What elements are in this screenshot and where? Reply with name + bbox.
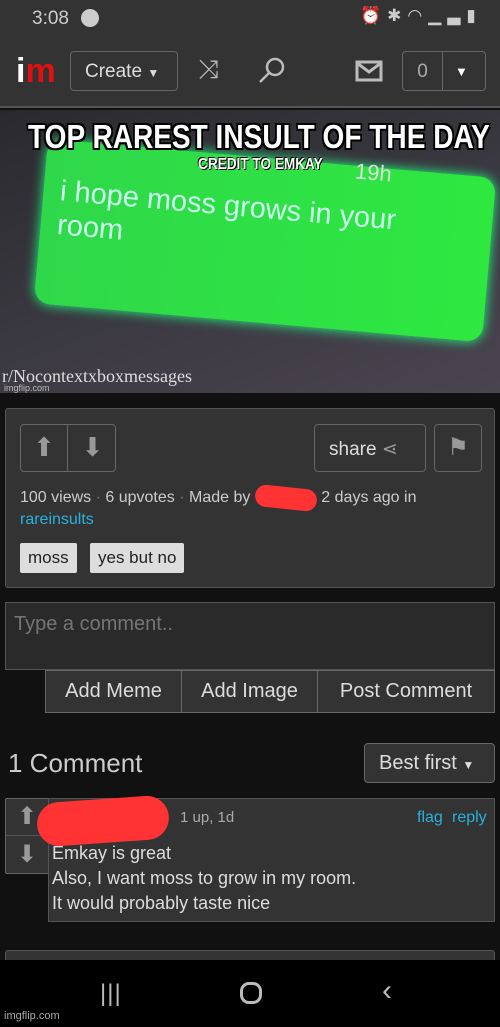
comment-line: Also, I want moss to grow in my room. <box>52 868 357 888</box>
post-meta: 100 views · 6 upvotes · Made by 2 days a… <box>20 483 490 530</box>
imgflip-logo[interactable]: im <box>16 52 56 91</box>
status-time: 3:08 <box>32 8 69 29</box>
add-meme-button[interactable]: Add Meme <box>45 670 182 713</box>
comment-text: Emkay is great Also, I want moss to grow… <box>52 841 356 916</box>
home-icon[interactable] <box>240 982 262 1004</box>
shuffle-icon[interactable]: ⤨ <box>198 54 219 86</box>
share-button[interactable]: share ⋖ <box>314 424 426 472</box>
status-bar: 3:08 ⏰✱◠▁▃▮ <box>0 0 500 40</box>
comment-input[interactable] <box>5 602 495 670</box>
post-comment-button[interactable]: Post Comment <box>317 670 495 713</box>
footer-watermark: imgflip.com <box>4 1010 60 1022</box>
redacted-username <box>253 483 318 513</box>
search-icon[interactable] <box>257 55 287 85</box>
tag-moss[interactable]: moss <box>20 543 77 573</box>
made-by-label: Made by <box>189 489 251 507</box>
comment-downvote-button[interactable]: ⬇ <box>6 837 48 874</box>
flag-button[interactable]: ⚑ <box>434 424 482 472</box>
create-button[interactable]: Create ▼ <box>70 51 178 91</box>
signal-icon: ▁▃ <box>428 6 467 25</box>
battery-charging-icon: ▮ <box>466 6 482 25</box>
comment-line: It would probably taste nice <box>52 893 271 913</box>
post-time: 2 days ago in <box>321 489 417 507</box>
meme-watermark: imgflip.com <box>4 383 50 393</box>
stream-link[interactable]: rareinsults <box>20 511 94 528</box>
share-icon: ⋖ <box>381 439 398 460</box>
views-count: 100 views <box>20 489 92 507</box>
android-nav-bar: ||| ‹ imgflip.com <box>0 960 500 1027</box>
wifi-icon: ◠ <box>407 6 429 25</box>
comment-line: Emkay is great <box>52 843 172 863</box>
sort-label: Best first <box>379 752 457 774</box>
comment-meta: 1 up, 1d <box>180 809 235 826</box>
upvotes-count: 6 upvotes <box>105 489 175 507</box>
status-icons: ⏰✱◠▁▃▮ <box>360 6 482 26</box>
chevron-down-icon: ▼ <box>462 758 475 772</box>
recent-apps-icon[interactable]: ||| <box>100 980 122 1008</box>
bluetooth-icon: ✱ <box>387 6 408 25</box>
vote-buttons: ⬆ ⬇ <box>20 424 116 472</box>
meme-credit: CREDIT TO EMKAY <box>198 156 323 173</box>
sort-dropdown[interactable]: Best first ▼ <box>364 743 495 783</box>
tag-yes-but-no[interactable]: yes but no <box>90 543 185 573</box>
upvote-button[interactable]: ⬆ <box>21 425 68 471</box>
meme-timestamp: 19h <box>354 158 393 187</box>
spotify-icon <box>81 9 99 27</box>
notifications-button[interactable]: 0 ▼ <box>402 51 486 91</box>
share-label: share <box>329 439 377 460</box>
add-image-button[interactable]: Add Image <box>181 670 318 713</box>
top-nav: im Create ▼ ⤨ 0 ▼ <box>0 40 500 108</box>
flag-icon: ⚑ <box>447 434 469 461</box>
meme-title: TOP RAREST INSULT OF THE DAY <box>28 118 490 155</box>
create-label: Create <box>85 61 143 82</box>
back-icon[interactable]: ‹ <box>382 974 392 1008</box>
mail-icon[interactable] <box>355 60 383 82</box>
downvote-button[interactable]: ⬇ <box>69 425 116 471</box>
flag-link[interactable]: flag <box>417 809 443 827</box>
chevron-down-icon: ▼ <box>147 66 160 80</box>
notification-count: 0 <box>403 52 443 90</box>
comment-item: 1 up, 1d flag reply Emkay is great Also,… <box>35 794 495 922</box>
alarm-icon: ⏰ <box>360 6 388 25</box>
redacted-username <box>35 794 171 848</box>
chevron-down-icon[interactable]: ▼ <box>455 64 468 79</box>
post-info-card: ⬆ ⬇ share ⋖ ⚑ 100 views · 6 upvotes · Ma… <box>5 408 495 588</box>
comment-count: 1 Comment <box>8 748 143 778</box>
meme-image[interactable]: i hope moss grows in your room TOP RARES… <box>0 110 500 393</box>
reply-link[interactable]: reply <box>452 809 487 827</box>
